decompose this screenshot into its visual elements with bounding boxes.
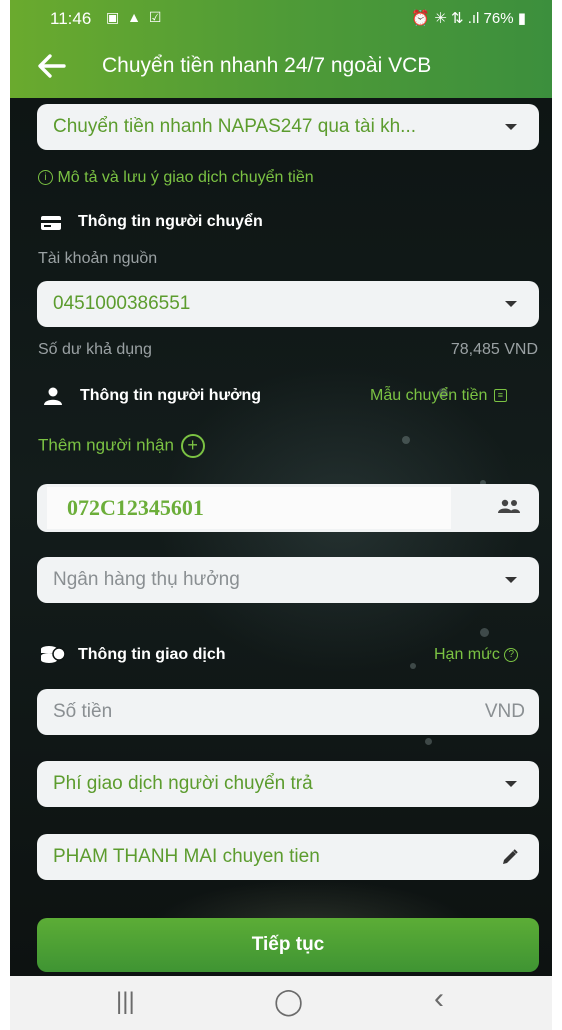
chevron-down-icon xyxy=(505,577,517,583)
transaction-section-title: Thông tin giao dịch xyxy=(78,646,226,663)
add-receiver-link[interactable]: Thêm người nhận + xyxy=(38,434,205,458)
source-account-label: Tài khoản nguồn xyxy=(38,250,158,267)
system-nav-bar: ||| ◯ ‹ xyxy=(10,976,552,1030)
transfer-content-input[interactable]: PHAM THANH MAI chuyen tien xyxy=(37,834,539,880)
app-header: 11:46 ▣ ▲ ☑ ⏰ ✳ ⇅ .ıl 76% ▮ Chuyển tiền … xyxy=(10,0,552,98)
add-receiver-label: Thêm người nhận xyxy=(38,435,174,455)
system-icons: ⏰ ✳ ⇅ .ıl 76% ▮ xyxy=(411,9,526,27)
info-icon: i xyxy=(38,170,53,186)
transfer-method-select[interactable]: Chuyển tiền nhanh NAPAS247 qua tài kh... xyxy=(37,104,539,150)
balance-value: 78,485 VND xyxy=(450,341,538,358)
back-icon[interactable]: ‹ xyxy=(434,982,444,1016)
account-number-value: 072C12345601 xyxy=(67,495,204,520)
description-link-label: Mô tả và lưu ý giao dịch chuyển tiền xyxy=(57,169,314,186)
battery-icon: ▮ xyxy=(517,10,526,27)
limit-link-label: Hạn mức xyxy=(434,646,500,663)
balance-label: Số dư khả dụng xyxy=(38,341,152,358)
home-icon[interactable]: ◯ xyxy=(274,986,303,1017)
amount-placeholder: Số tiền xyxy=(53,701,113,722)
beneficiary-bank-select[interactable]: Ngân hàng thụ hưởng xyxy=(37,557,539,603)
fee-option-select[interactable]: Phí giao dịch người chuyển trả xyxy=(37,761,539,807)
currency-label: VND xyxy=(484,701,525,722)
source-account-select[interactable]: 0451000386551 xyxy=(37,281,539,327)
fee-option-value: Phí giao dịch người chuyển trả xyxy=(53,773,313,794)
limit-link[interactable]: Hạn mức ? xyxy=(434,646,519,664)
continue-button[interactable]: Tiếp tục xyxy=(37,918,539,972)
contacts-icon[interactable] xyxy=(497,499,521,520)
pencil-icon[interactable] xyxy=(501,848,519,871)
phone-screen: 11:46 ▣ ▲ ☑ ⏰ ✳ ⇅ .ıl 76% ▮ Chuyển tiền … xyxy=(10,0,552,1030)
back-arrow-icon[interactable] xyxy=(34,46,70,86)
chevron-down-icon xyxy=(505,301,517,307)
system-status-icons: ⏰ ✳ ⇅ .ıl xyxy=(411,10,480,27)
list-icon: ≡ xyxy=(493,389,507,403)
chevron-down-icon xyxy=(505,781,517,787)
person-icon xyxy=(44,387,62,410)
help-circle-icon: ? xyxy=(504,647,519,662)
card-icon xyxy=(40,214,62,237)
status-time: 11:46 xyxy=(50,9,92,28)
transfer-method-value: Chuyển tiền nhanh NAPAS247 qua tài kh... xyxy=(53,116,417,137)
amount-input[interactable]: Số tiền VND xyxy=(37,689,539,735)
template-link[interactable]: Mẫu chuyển tiền ≡ xyxy=(370,387,507,405)
page-title: Chuyển tiền nhanh 24/7 ngoài VCB xyxy=(102,54,432,77)
chevron-down-icon xyxy=(505,124,517,130)
battery-level: 76% xyxy=(483,10,514,27)
account-number-input[interactable]: 072C12345601 xyxy=(37,484,539,532)
notification-icons: ▣ ▲ ☑ xyxy=(106,9,164,25)
continue-button-label: Tiếp tục xyxy=(251,934,325,955)
recents-icon[interactable]: ||| xyxy=(116,988,135,1016)
status-bar: 11:46 ▣ ▲ ☑ ⏰ ✳ ⇅ .ıl 76% ▮ xyxy=(10,0,552,36)
plus-circle-icon: + xyxy=(180,434,205,458)
coins-icon xyxy=(40,645,66,670)
beneficiary-section-title: Thông tin người hưởng xyxy=(80,387,261,404)
beneficiary-bank-placeholder: Ngân hàng thụ hưởng xyxy=(53,569,240,590)
sender-section-title: Thông tin người chuyển xyxy=(78,213,263,230)
description-link[interactable]: i Mô tả và lưu ý giao dịch chuyển tiền xyxy=(38,169,314,187)
transfer-content-value: PHAM THANH MAI chuyen tien xyxy=(53,846,320,867)
template-link-label: Mẫu chuyển tiền xyxy=(370,387,488,404)
source-account-value: 0451000386551 xyxy=(53,293,191,314)
